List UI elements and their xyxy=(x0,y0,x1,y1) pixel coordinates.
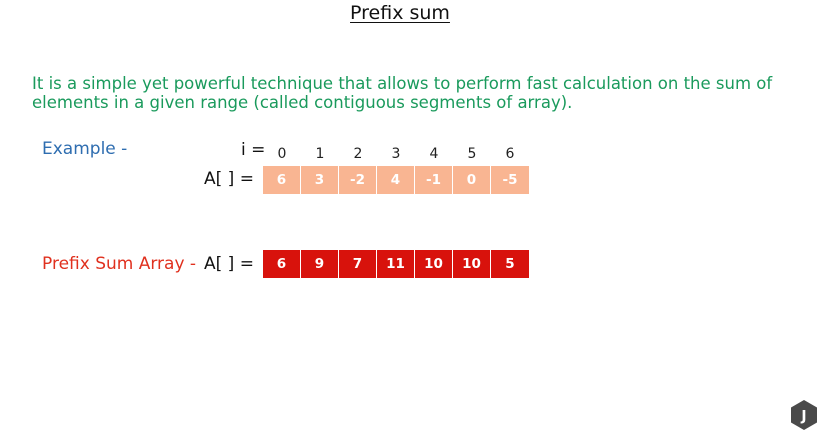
index-cell: 2 xyxy=(353,146,363,162)
prefix-cell: 11 xyxy=(377,250,415,278)
index-row: 0 1 2 3 4 5 6 xyxy=(263,144,529,164)
prefix-cell: 6 xyxy=(263,250,301,278)
array-cell: -1 xyxy=(415,166,453,194)
index-cell: 1 xyxy=(315,146,325,162)
array-cell: -5 xyxy=(491,166,529,194)
example-array-label: A[ ] = xyxy=(204,169,254,189)
prefix-cell: 9 xyxy=(301,250,339,278)
prefix-cell: 5 xyxy=(491,250,529,278)
index-cell: 4 xyxy=(429,146,439,162)
index-cell: 3 xyxy=(391,146,401,162)
prefix-cell: 10 xyxy=(453,250,491,278)
array-cell: 4 xyxy=(377,166,415,194)
prefix-sum-array: 6 9 7 11 10 10 5 xyxy=(263,250,529,278)
array-cell: 6 xyxy=(263,166,301,194)
array-cell: 3 xyxy=(301,166,339,194)
prefix-cell: 10 xyxy=(415,250,453,278)
index-cell: 5 xyxy=(467,146,477,162)
channel-logo-icon: J xyxy=(791,400,817,430)
array-cell: -2 xyxy=(339,166,377,194)
index-cell: 6 xyxy=(505,146,515,162)
example-array: 6 3 -2 4 -1 0 -5 xyxy=(263,166,529,194)
array-cell: 0 xyxy=(453,166,491,194)
index-cell: 0 xyxy=(277,146,287,162)
prefix-cell: 7 xyxy=(339,250,377,278)
example-label: Example - xyxy=(42,139,128,159)
prefix-array-label: A[ ] = xyxy=(204,254,254,274)
intro-text: It is a simple yet powerful technique th… xyxy=(32,74,773,112)
logo-letter: J xyxy=(800,409,806,425)
page-title: Prefix sum xyxy=(350,2,450,24)
index-label: i = xyxy=(241,140,266,160)
prefix-sum-label: Prefix Sum Array - xyxy=(42,254,197,274)
